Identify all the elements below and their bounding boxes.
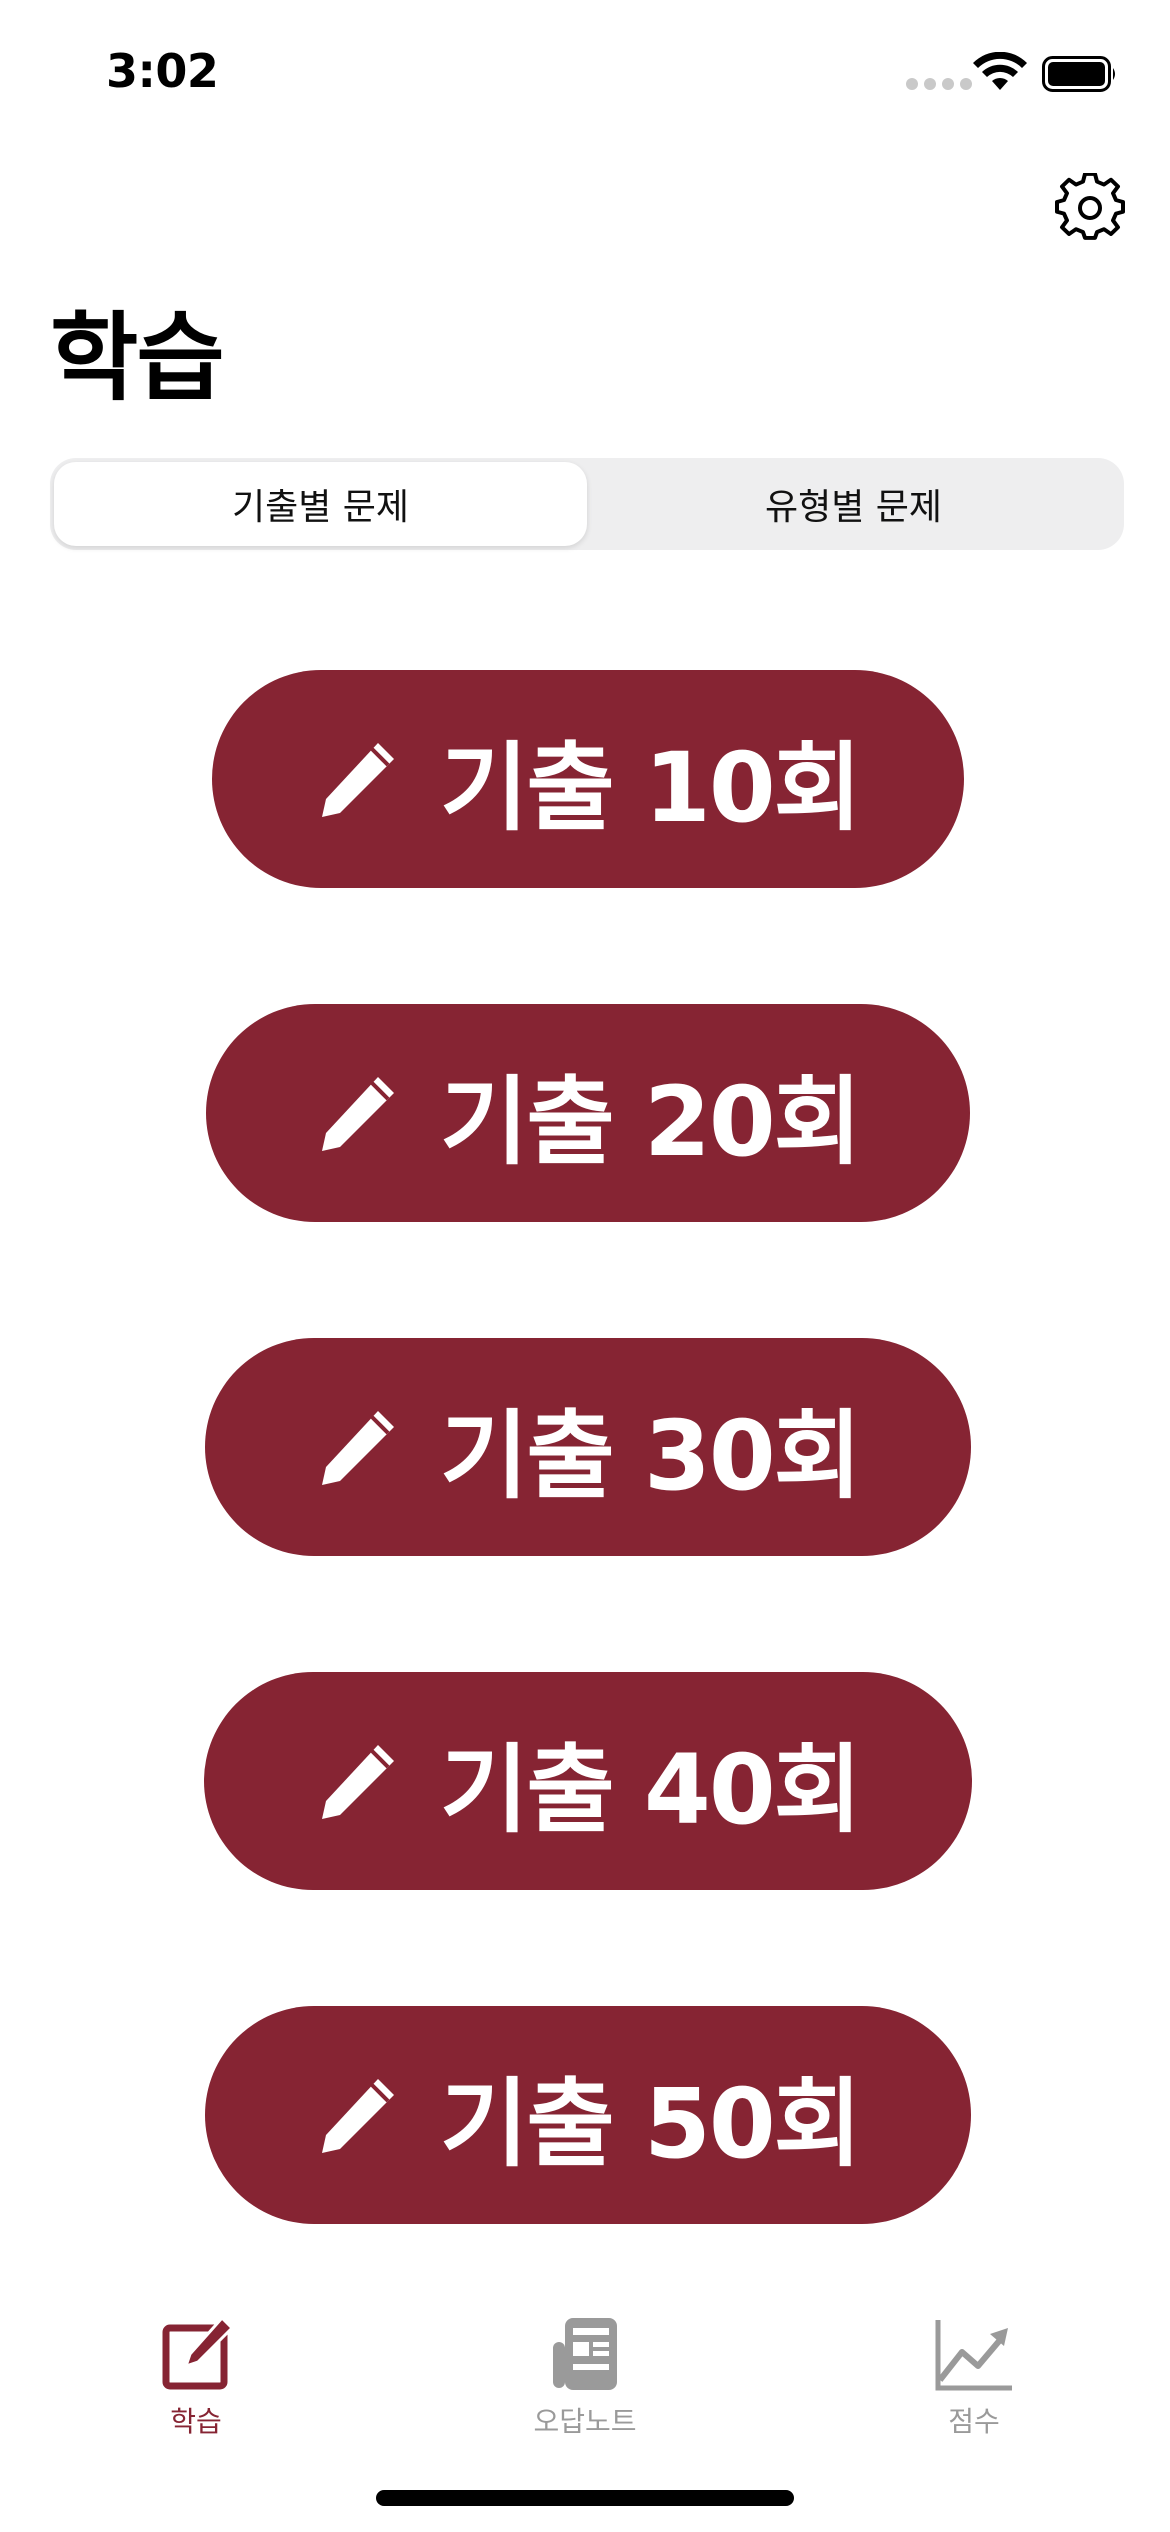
status-bar: 3:02 [0, 0, 1170, 150]
tab-score[interactable]: 점수 [874, 2314, 1074, 2440]
segment-by-exam[interactable]: 기출별 문제 [54, 462, 587, 546]
pencil-icon [316, 1739, 400, 1823]
cellular-signal-icon [906, 78, 972, 90]
battery-icon [1042, 56, 1115, 92]
gear-icon [1055, 173, 1125, 240]
exam-10-button[interactable]: 기출 10회 [212, 670, 964, 888]
exam-20-button[interactable]: 기출 20회 [206, 1004, 970, 1222]
exam-label: 기출 20회 [440, 1065, 862, 1178]
tab-label: 점수 [948, 2405, 1000, 2438]
pencil-icon [316, 1071, 400, 1155]
exam-label: 기출 10회 [440, 731, 862, 844]
exam-label: 기출 30회 [440, 1399, 862, 1512]
newspaper-icon [553, 2318, 617, 2390]
status-time: 3:02 [106, 44, 219, 98]
pencil-icon [316, 1405, 400, 1489]
exam-label: 기출 40회 [440, 1733, 862, 1846]
segmented-control: 기출별 문제 유형별 문제 [50, 458, 1124, 550]
exam-40-button[interactable]: 기출 40회 [204, 1672, 972, 1890]
exam-50-button[interactable]: 기출 50회 [205, 2006, 971, 2224]
edit-square-icon [162, 2315, 235, 2390]
exam-30-button[interactable]: 기출 30회 [205, 1338, 971, 1556]
home-indicator[interactable] [376, 2490, 794, 2506]
page-title: 학습 [50, 302, 225, 414]
tab-label: 오답노트 [533, 2405, 637, 2438]
wifi-icon [973, 52, 1027, 90]
tab-label: 학습 [170, 2405, 222, 2438]
pencil-icon [316, 2073, 400, 2157]
exam-label: 기출 50회 [440, 2067, 862, 2180]
pencil-icon [316, 737, 400, 821]
settings-button[interactable] [1050, 168, 1130, 248]
tab-wrong-answer-notes[interactable]: 오답노트 [485, 2314, 685, 2440]
tab-study[interactable]: 학습 [96, 2314, 296, 2440]
segment-by-type[interactable]: 유형별 문제 [587, 462, 1120, 546]
chart-line-icon [935, 2320, 1012, 2391]
